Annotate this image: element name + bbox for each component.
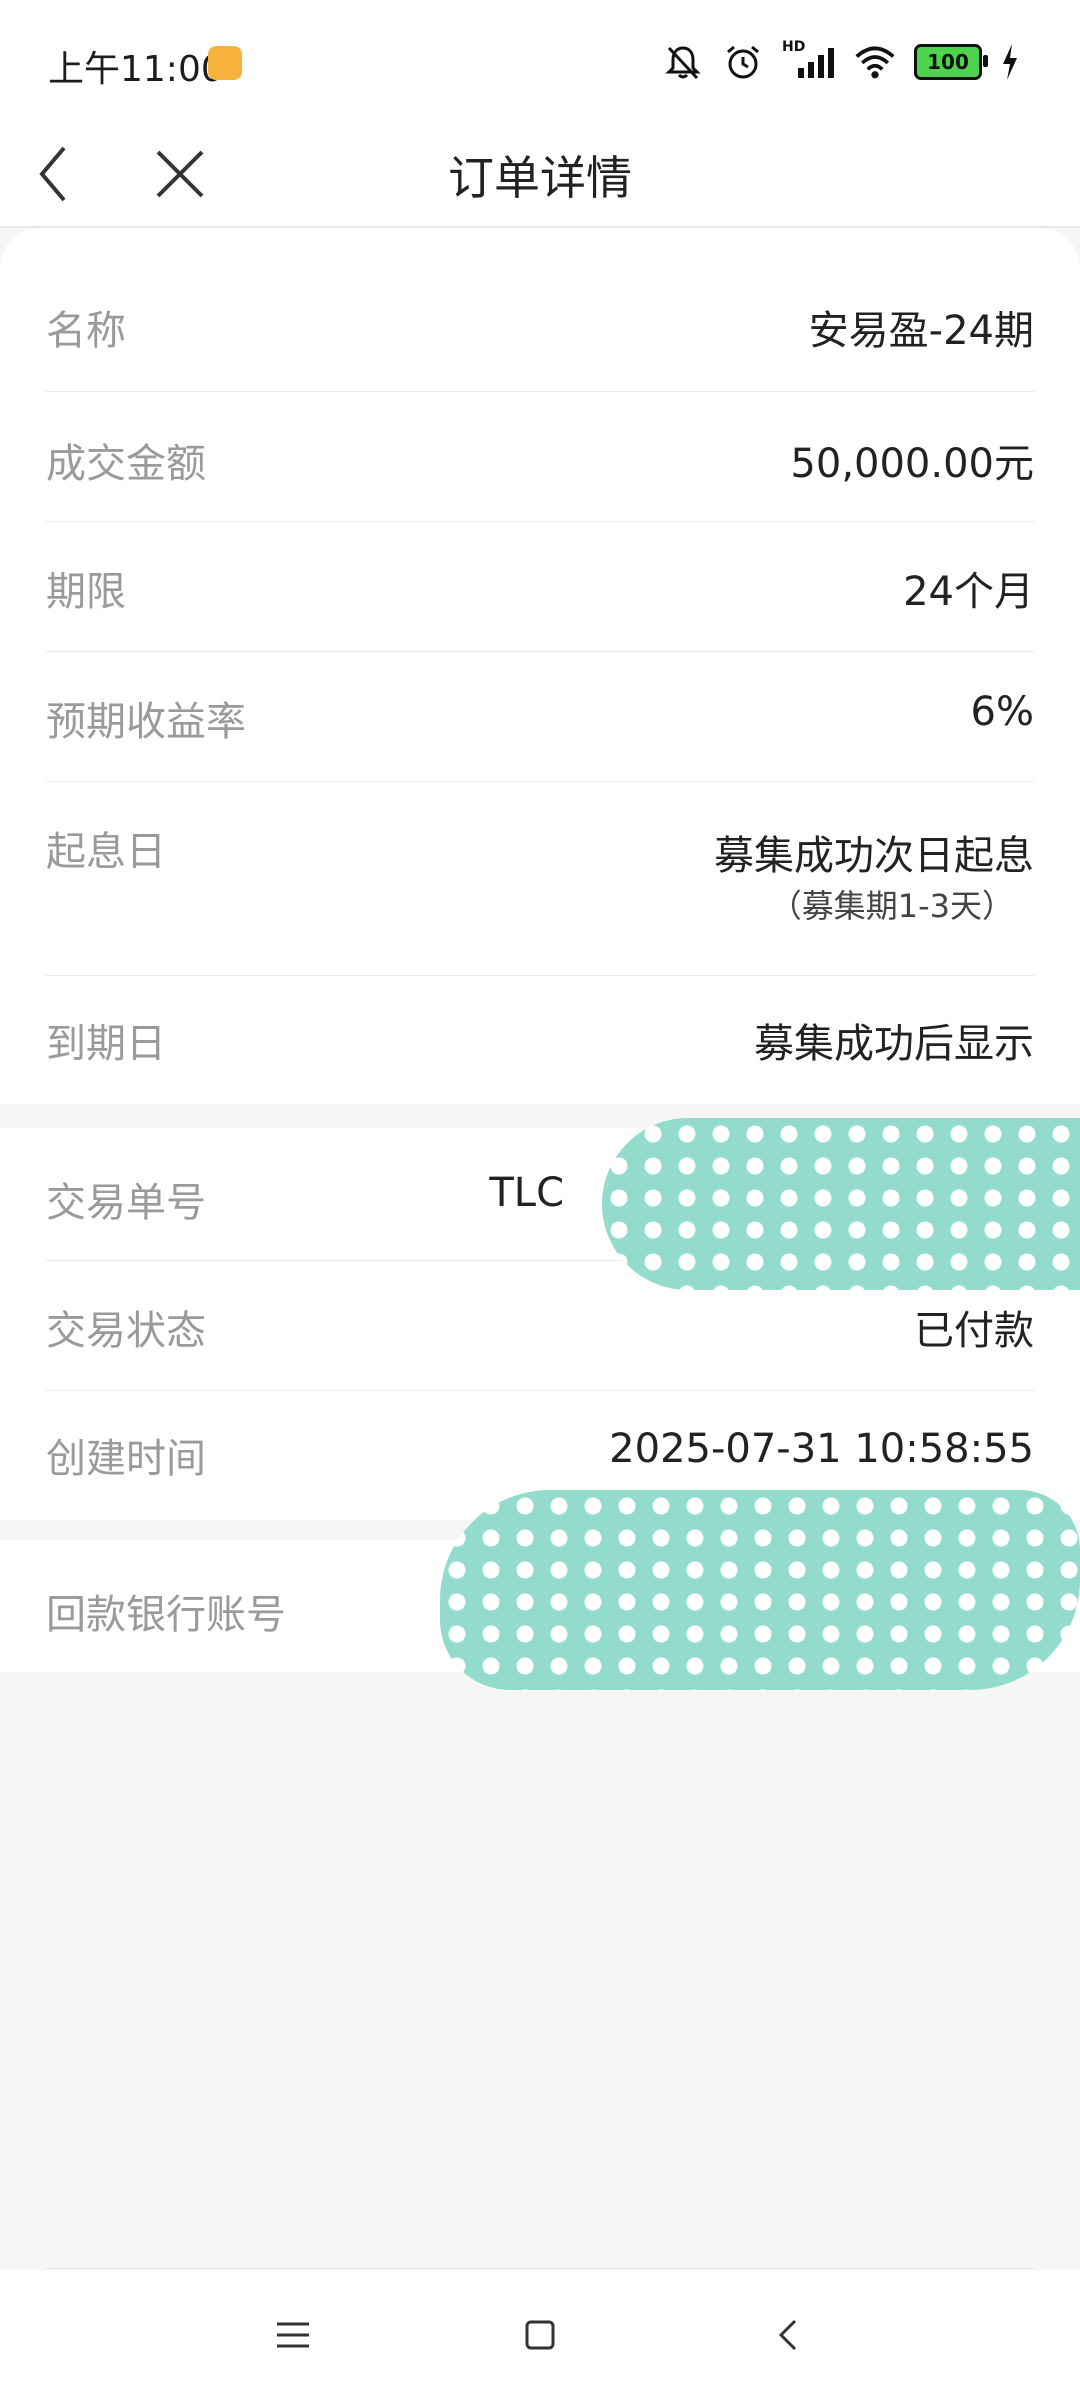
back-icon: [778, 2319, 797, 2351]
signal-icon: HD: [782, 39, 836, 83]
transaction-status-value: 已付款: [914, 1308, 1034, 1354]
network-type-label: HD: [782, 39, 806, 55]
bank-account-label: 回款银行账号: [46, 1592, 286, 1638]
chevron-left-icon: [39, 146, 66, 202]
rate-row: 预期收益率 6%: [46, 651, 1034, 782]
start-date-value: 募集成功次日起息: [714, 833, 1034, 879]
divider: [46, 2268, 1034, 2269]
name-label: 名称: [46, 308, 126, 354]
menu-button[interactable]: [258, 2300, 328, 2370]
home-icon: [525, 2320, 555, 2350]
amount-row: 成交金额 50,000.00元: [46, 391, 1034, 522]
order-details-card: 名称 安易盈-24期 成交金额 50,000.00元 期限 24个月 预期收益率…: [0, 228, 1080, 1104]
rate-value: 6%: [970, 689, 1034, 735]
nav-bar: 订单详情: [0, 120, 1080, 228]
charging-icon: [1000, 41, 1020, 83]
back-nav-button[interactable]: [755, 2300, 825, 2370]
transaction-number-value: TLC: [489, 1170, 564, 1216]
amount-label: 成交金额: [46, 441, 206, 487]
name-row: 名称 安易盈-24期: [46, 228, 1034, 392]
start-date-note: （募集期1-3天）: [769, 887, 1014, 925]
wifi-icon: [854, 41, 896, 83]
term-label: 期限: [46, 569, 126, 615]
term-row: 期限 24个月: [46, 521, 1034, 652]
redaction-mark: [440, 1490, 1080, 1690]
name-value: 安易盈-24期: [808, 308, 1034, 354]
due-date-label: 到期日: [46, 1021, 166, 1067]
status-icons: HD 100: [662, 39, 1020, 84]
redaction-mark: [602, 1118, 1080, 1290]
menu-icon: [277, 2322, 309, 2348]
created-time-value: 2025-07-31 10:58:55: [609, 1426, 1034, 1472]
bell-muted-icon: [662, 41, 704, 83]
amount-value: 50,000.00元: [790, 441, 1034, 487]
transaction-status-label: 交易状态: [46, 1308, 206, 1354]
due-date-row: 到期日 募集成功后显示: [46, 975, 1034, 1104]
status-time: 上午11:00: [48, 49, 224, 90]
notification-app-icon: [208, 46, 242, 80]
transaction-number-label: 交易单号: [46, 1180, 206, 1226]
battery-level: 100: [927, 50, 969, 74]
close-icon: [156, 150, 204, 198]
close-button[interactable]: [140, 134, 220, 214]
home-button[interactable]: [505, 2300, 575, 2370]
term-value: 24个月: [903, 569, 1034, 615]
battery-icon: 100: [914, 44, 988, 80]
back-button[interactable]: [28, 134, 108, 214]
due-date-value: 募集成功后显示: [754, 1021, 1034, 1067]
alarm-icon: [722, 41, 764, 83]
rate-label: 预期收益率: [46, 699, 246, 745]
created-time-label: 创建时间: [46, 1436, 206, 1482]
system-nav-bar: [0, 2270, 1080, 2400]
start-date-label: 起息日: [46, 829, 166, 875]
start-date-row: 起息日 募集成功次日起息 （募集期1-3天）: [46, 781, 1034, 976]
status-bar: 上午11:00 HD 100: [0, 0, 1080, 120]
